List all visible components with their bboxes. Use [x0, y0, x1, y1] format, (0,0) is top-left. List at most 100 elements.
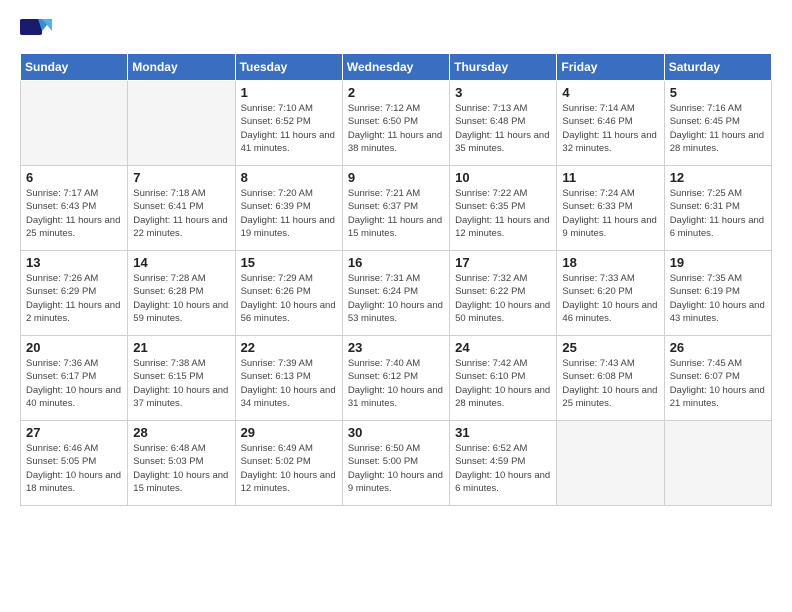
calendar-cell: 28Sunrise: 6:48 AMSunset: 5:03 PMDayligh… — [128, 421, 235, 506]
calendar-cell: 9 Sunrise: 7:21 AMSunset: 6:37 PMDaylight… — [342, 166, 449, 251]
weekday-header-sunday: Sunday — [21, 54, 128, 81]
day-number: 6 — [26, 170, 122, 185]
calendar-cell: 17Sunrise: 7:32 AMSunset: 6:22 PMDayligh… — [450, 251, 557, 336]
sun-info: Sunrise: 7:45 AMSunset: 6:07 PMDaylight:… — [670, 357, 766, 410]
calendar-cell: 8 Sunrise: 7:20 AMSunset: 6:39 PMDaylight… — [235, 166, 342, 251]
calendar-cell: 13 Sunrise: 7:26 AMSunset: 6:29 PMDayligh… — [21, 251, 128, 336]
sun-info: Sunrise: 7:10 AMSunset: 6:52 PMDaylight:… — [241, 102, 337, 155]
day-number: 11 — [562, 170, 658, 185]
day-number: 5 — [670, 85, 766, 100]
calendar-cell: 7 Sunrise: 7:18 AMSunset: 6:41 PMDaylight… — [128, 166, 235, 251]
calendar-cell: 6Sunrise: 7:17 AMSunset: 6:43 PMDaylight… — [21, 166, 128, 251]
sun-info: Sunrise: 7:20 AMSunset: 6:39 PMDaylight:… — [241, 187, 337, 240]
sun-info: Sunrise: 7:28 AMSunset: 6:28 PMDaylight:… — [133, 272, 229, 325]
sun-info: Sunrise: 7:38 AMSunset: 6:15 PMDaylight:… — [133, 357, 229, 410]
sun-info: Sunrise: 6:50 AMSunset: 5:00 PMDaylight:… — [348, 442, 444, 495]
calendar-cell: 30Sunrise: 6:50 AMSunset: 5:00 PMDayligh… — [342, 421, 449, 506]
calendar-cell — [664, 421, 771, 506]
sun-info: Sunrise: 7:35 AMSunset: 6:19 PMDaylight:… — [670, 272, 766, 325]
day-number: 26 — [670, 340, 766, 355]
calendar-cell: 26 Sunrise: 7:45 AMSunset: 6:07 PMDayligh… — [664, 336, 771, 421]
sun-info: Sunrise: 7:31 AMSunset: 6:24 PMDaylight:… — [348, 272, 444, 325]
sun-info: Sunrise: 7:26 AMSunset: 6:29 PMDaylight:… — [26, 272, 122, 325]
page: SundayMondayTuesdayWednesdayThursdayFrid… — [0, 0, 792, 521]
weekday-header-thursday: Thursday — [450, 54, 557, 81]
calendar-table: SundayMondayTuesdayWednesdayThursdayFrid… — [20, 53, 772, 506]
day-number: 19 — [670, 255, 766, 270]
calendar-cell: 14 Sunrise: 7:28 AMSunset: 6:28 PMDayligh… — [128, 251, 235, 336]
calendar-cell: 16Sunrise: 7:31 AMSunset: 6:24 PMDayligh… — [342, 251, 449, 336]
day-number: 4 — [562, 85, 658, 100]
calendar-cell — [128, 81, 235, 166]
calendar-week-row: 20Sunrise: 7:36 AMSunset: 6:17 PMDayligh… — [21, 336, 772, 421]
day-number: 8 — [241, 170, 337, 185]
weekday-header-saturday: Saturday — [664, 54, 771, 81]
sun-info: Sunrise: 6:49 AMSunset: 5:02 PMDaylight:… — [241, 442, 337, 495]
day-number: 27 — [26, 425, 122, 440]
calendar-cell: 27 Sunrise: 6:46 AMSunset: 5:05 PMDayligh… — [21, 421, 128, 506]
calendar-cell: 1Sunrise: 7:10 AMSunset: 6:52 PMDaylight… — [235, 81, 342, 166]
calendar-cell: 31 Sunrise: 6:52 AMSunset: 4:59 PMDayligh… — [450, 421, 557, 506]
sun-info: Sunrise: 6:52 AMSunset: 4:59 PMDaylight:… — [455, 442, 551, 495]
calendar-header-row: SundayMondayTuesdayWednesdayThursdayFrid… — [21, 54, 772, 81]
sun-info: Sunrise: 7:32 AMSunset: 6:22 PMDaylight:… — [455, 272, 551, 325]
sun-info: Sunrise: 6:48 AMSunset: 5:03 PMDaylight:… — [133, 442, 229, 495]
sun-info: Sunrise: 7:29 AMSunset: 6:26 PMDaylight:… — [241, 272, 337, 325]
calendar-cell: 24Sunrise: 7:42 AMSunset: 6:10 PMDayligh… — [450, 336, 557, 421]
sun-info: Sunrise: 7:14 AMSunset: 6:46 PMDaylight:… — [562, 102, 658, 155]
sun-info: Sunrise: 7:16 AMSunset: 6:45 PMDaylight:… — [670, 102, 766, 155]
day-number: 10 — [455, 170, 551, 185]
day-number: 13 — [26, 255, 122, 270]
sun-info: Sunrise: 7:43 AMSunset: 6:08 PMDaylight:… — [562, 357, 658, 410]
sun-info: Sunrise: 7:40 AMSunset: 6:12 PMDaylight:… — [348, 357, 444, 410]
weekday-header-tuesday: Tuesday — [235, 54, 342, 81]
calendar-cell: 4 Sunrise: 7:14 AMSunset: 6:46 PMDaylight… — [557, 81, 664, 166]
sun-info: Sunrise: 7:22 AMSunset: 6:35 PMDaylight:… — [455, 187, 551, 240]
weekday-header-monday: Monday — [128, 54, 235, 81]
calendar-cell: 12 Sunrise: 7:25 AMSunset: 6:31 PMDayligh… — [664, 166, 771, 251]
day-number: 14 — [133, 255, 229, 270]
calendar-cell: 20Sunrise: 7:36 AMSunset: 6:17 PMDayligh… — [21, 336, 128, 421]
calendar-cell — [557, 421, 664, 506]
sun-info: Sunrise: 6:46 AMSunset: 5:05 PMDaylight:… — [26, 442, 122, 495]
calendar-cell: 11 Sunrise: 7:24 AMSunset: 6:33 PMDayligh… — [557, 166, 664, 251]
calendar-week-row: 27 Sunrise: 6:46 AMSunset: 5:05 PMDayligh… — [21, 421, 772, 506]
calendar-cell: 3 Sunrise: 7:13 AMSunset: 6:48 PMDaylight… — [450, 81, 557, 166]
sun-info: Sunrise: 7:36 AMSunset: 6:17 PMDaylight:… — [26, 357, 122, 410]
day-number: 7 — [133, 170, 229, 185]
weekday-header-friday: Friday — [557, 54, 664, 81]
calendar-cell: 21 Sunrise: 7:38 AMSunset: 6:15 PMDayligh… — [128, 336, 235, 421]
sun-info: Sunrise: 7:18 AMSunset: 6:41 PMDaylight:… — [133, 187, 229, 240]
calendar-cell: 19 Sunrise: 7:35 AMSunset: 6:19 PMDayligh… — [664, 251, 771, 336]
day-number: 3 — [455, 85, 551, 100]
day-number: 9 — [348, 170, 444, 185]
sun-info: Sunrise: 7:25 AMSunset: 6:31 PMDaylight:… — [670, 187, 766, 240]
logo-icon — [20, 15, 52, 43]
day-number: 12 — [670, 170, 766, 185]
sun-info: Sunrise: 7:39 AMSunset: 6:13 PMDaylight:… — [241, 357, 337, 410]
sun-info: Sunrise: 7:13 AMSunset: 6:48 PMDaylight:… — [455, 102, 551, 155]
calendar-cell: 25Sunrise: 7:43 AMSunset: 6:08 PMDayligh… — [557, 336, 664, 421]
calendar-cell: 2 Sunrise: 7:12 AMSunset: 6:50 PMDaylight… — [342, 81, 449, 166]
day-number: 24 — [455, 340, 551, 355]
day-number: 31 — [455, 425, 551, 440]
day-number: 29 — [241, 425, 337, 440]
calendar-week-row: 13 Sunrise: 7:26 AMSunset: 6:29 PMDayligh… — [21, 251, 772, 336]
sun-info: Sunrise: 7:21 AMSunset: 6:37 PMDaylight:… — [348, 187, 444, 240]
sun-info: Sunrise: 7:12 AMSunset: 6:50 PMDaylight:… — [348, 102, 444, 155]
calendar-cell: 29 Sunrise: 6:49 AMSunset: 5:02 PMDayligh… — [235, 421, 342, 506]
calendar-cell: 22Sunrise: 7:39 AMSunset: 6:13 PMDayligh… — [235, 336, 342, 421]
day-number: 21 — [133, 340, 229, 355]
calendar-cell: 10 Sunrise: 7:22 AMSunset: 6:35 PMDayligh… — [450, 166, 557, 251]
day-number: 18 — [562, 255, 658, 270]
day-number: 23 — [348, 340, 444, 355]
calendar-cell — [21, 81, 128, 166]
calendar-cell: 18 Sunrise: 7:33 AMSunset: 6:20 PMDayligh… — [557, 251, 664, 336]
calendar-cell: 5 Sunrise: 7:16 AMSunset: 6:45 PMDaylight… — [664, 81, 771, 166]
day-number: 2 — [348, 85, 444, 100]
sun-info: Sunrise: 7:24 AMSunset: 6:33 PMDaylight:… — [562, 187, 658, 240]
sun-info: Sunrise: 7:33 AMSunset: 6:20 PMDaylight:… — [562, 272, 658, 325]
weekday-header-wednesday: Wednesday — [342, 54, 449, 81]
calendar-cell: 23 Sunrise: 7:40 AMSunset: 6:12 PMDayligh… — [342, 336, 449, 421]
logo — [20, 15, 55, 43]
